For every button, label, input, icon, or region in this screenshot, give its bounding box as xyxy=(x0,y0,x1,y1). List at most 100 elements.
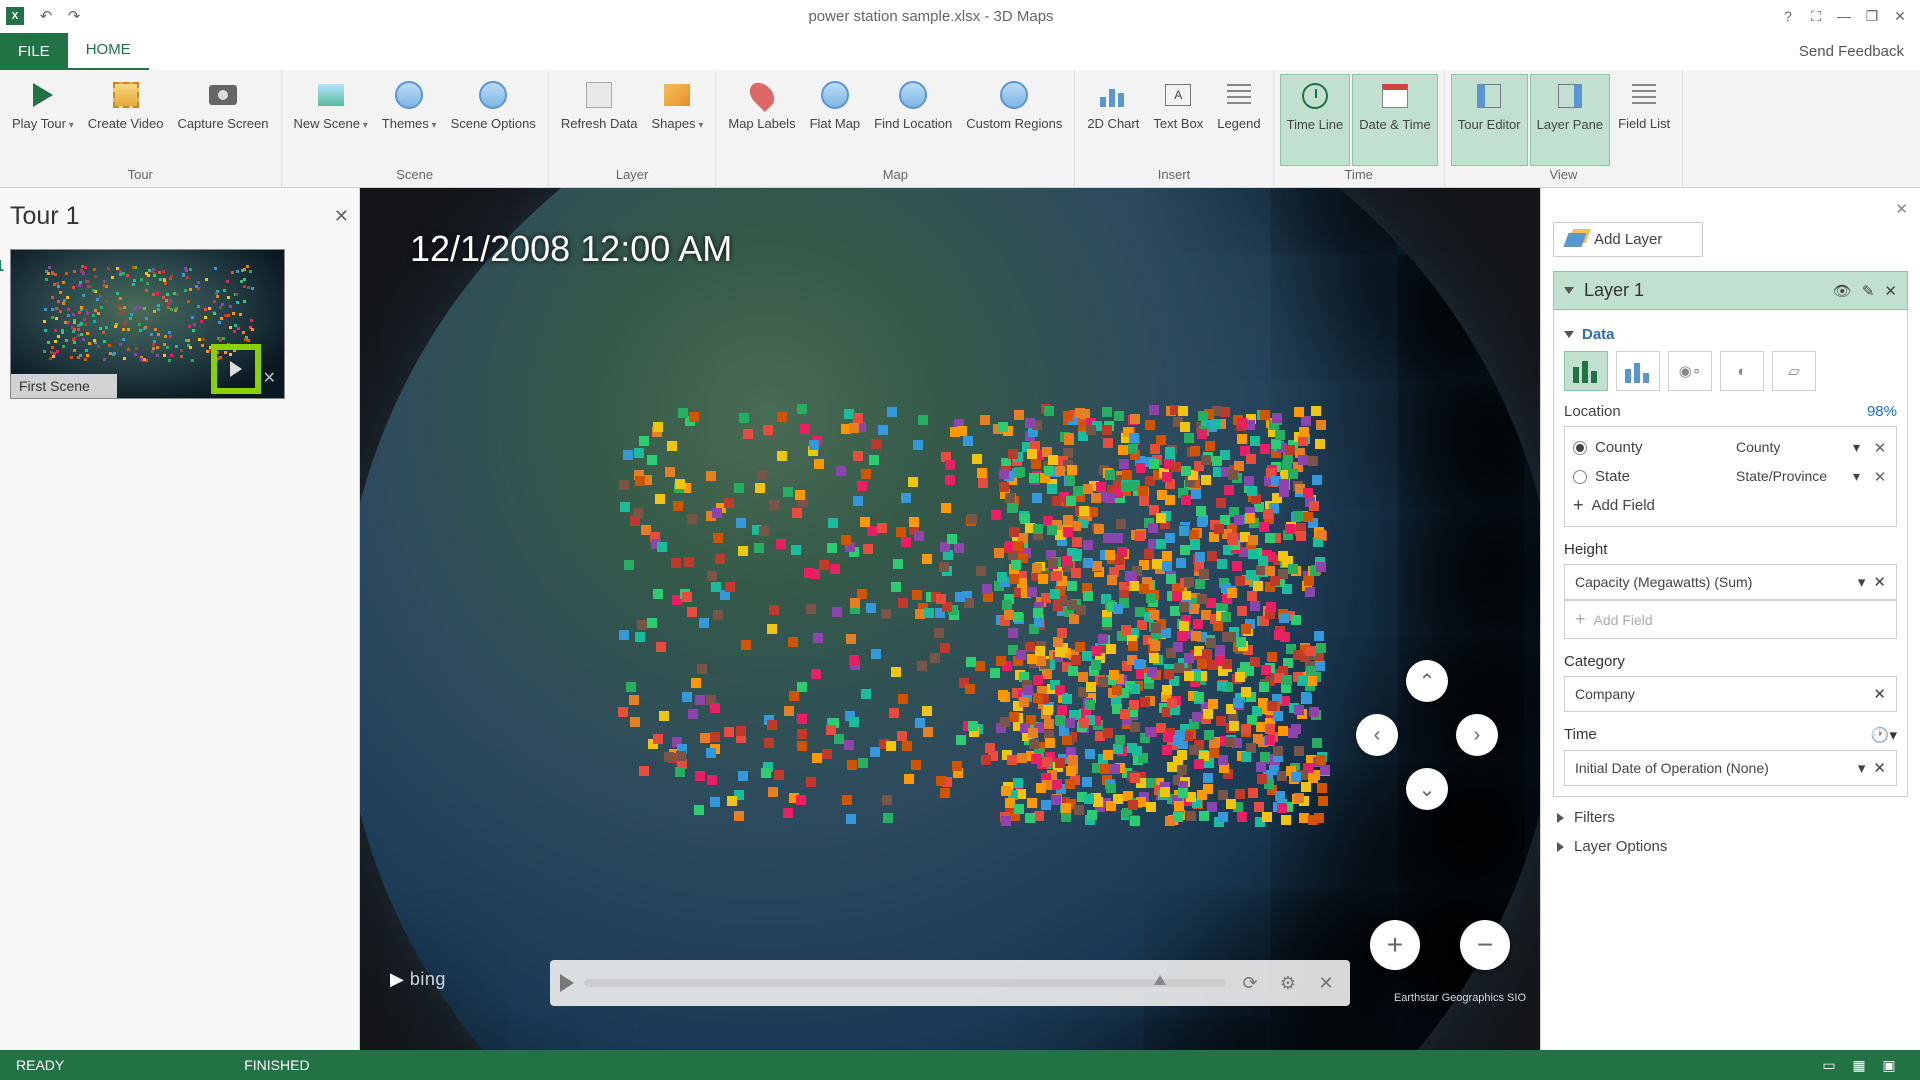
layer-name: Layer 1 xyxy=(1584,280,1823,301)
status-ready: READY xyxy=(16,1057,64,1073)
geo-radio-county[interactable] xyxy=(1573,441,1587,455)
map-attribution: Earthstar Geographics SIO xyxy=(1394,992,1526,1004)
location-confidence[interactable]: 98% xyxy=(1867,403,1897,420)
window-title: power station sample.xlsx - 3D Maps xyxy=(88,8,1774,25)
geo-type-dropdown-county[interactable]: County▾ xyxy=(1732,437,1864,458)
layers-icon xyxy=(1563,233,1586,247)
layer-pane-button[interactable]: Layer Pane xyxy=(1530,74,1611,166)
remove-geo-state[interactable]: ✕ xyxy=(1872,468,1888,486)
viz-stacked-column-button[interactable] xyxy=(1564,351,1608,391)
scene-thumbnail[interactable]: 1 First Scene ✕ xyxy=(10,249,285,399)
category-label: Category xyxy=(1564,653,1897,670)
timeline-button[interactable]: Time Line xyxy=(1280,74,1351,166)
group-label-layer: Layer xyxy=(616,167,649,185)
add-layer-button[interactable]: Add Layer xyxy=(1553,222,1703,257)
remove-height-field[interactable]: ✕ xyxy=(1873,573,1886,591)
excel-icon: X xyxy=(6,7,24,25)
text-box-button[interactable]: AText Box xyxy=(1147,74,1209,166)
new-scene-button[interactable]: New Scene xyxy=(288,74,374,166)
help-button[interactable]: ? xyxy=(1774,2,1802,30)
3d-map-viewport[interactable]: 12/1/2008 12:00 AM ▶ bing Earthstar Geog… xyxy=(360,188,1540,1050)
zoom-in-button[interactable]: + xyxy=(1370,920,1420,970)
create-video-button[interactable]: Create Video xyxy=(82,74,170,166)
layer-options-section-toggle[interactable]: Layer Options xyxy=(1553,830,1908,863)
group-label-map: Map xyxy=(883,167,908,185)
map-timestamp: 12/1/2008 12:00 AM xyxy=(410,228,732,270)
redo-button[interactable]: ↷ xyxy=(60,2,88,30)
remove-category-field[interactable]: ✕ xyxy=(1873,685,1886,703)
legend-button[interactable]: Legend xyxy=(1211,74,1266,166)
rotate-right-button[interactable]: › xyxy=(1456,714,1498,756)
add-geo-field-button[interactable]: + Add Field xyxy=(1573,491,1888,520)
custom-regions-button[interactable]: Custom Regions xyxy=(960,74,1068,166)
group-label-time: Time xyxy=(1344,167,1372,185)
home-tab[interactable]: HOME xyxy=(68,31,149,70)
restore-button[interactable]: ❐ xyxy=(1858,2,1886,30)
rename-layer-button[interactable]: ✎ xyxy=(1862,282,1875,300)
data-section-toggle[interactable]: Data xyxy=(1564,320,1897,351)
status-view-button-1[interactable]: ▭ xyxy=(1814,1057,1844,1074)
rotate-left-button[interactable]: ‹ xyxy=(1356,714,1398,756)
timeline-close-button[interactable]: ✕ xyxy=(1312,973,1340,994)
remove-geo-county[interactable]: ✕ xyxy=(1872,439,1888,457)
location-label: Location xyxy=(1564,403,1621,420)
status-view-button-2[interactable]: ▦ xyxy=(1844,1057,1874,1074)
field-list-button[interactable]: Field List xyxy=(1612,74,1676,166)
flat-map-button[interactable]: Flat Map xyxy=(804,74,867,166)
delete-scene-button[interactable]: ✕ xyxy=(263,368,276,388)
group-label-tour: Tour xyxy=(128,167,153,185)
close-tour-panel-button[interactable]: ✕ xyxy=(334,206,349,227)
time-clock-menu[interactable]: 🕐▾ xyxy=(1871,726,1897,744)
add-height-field-button[interactable]: +Add Field xyxy=(1564,600,1897,639)
send-feedback-link[interactable]: Send Feedback xyxy=(1783,33,1920,70)
timeline-track[interactable] xyxy=(584,979,1226,987)
zoom-out-button[interactable]: − xyxy=(1460,920,1510,970)
viz-heatmap-button[interactable]: ◐ xyxy=(1720,351,1764,391)
remove-time-field[interactable]: ✕ xyxy=(1873,759,1886,777)
timeline-settings-button[interactable]: ⚙ xyxy=(1274,973,1302,994)
group-label-insert: Insert xyxy=(1158,167,1191,185)
status-view-button-3[interactable]: ▣ xyxy=(1874,1057,1904,1074)
geo-field-row: County County▾ ✕ xyxy=(1573,433,1888,462)
group-label-scene: Scene xyxy=(396,167,433,185)
timeline-play-button[interactable] xyxy=(560,974,574,992)
file-tab[interactable]: FILE xyxy=(0,33,68,70)
2d-chart-button[interactable]: 2D Chart xyxy=(1081,74,1145,166)
group-label-view: View xyxy=(1549,167,1577,185)
geo-radio-state[interactable] xyxy=(1573,470,1587,484)
collapse-layer-icon xyxy=(1564,287,1574,294)
filters-section-toggle[interactable]: Filters xyxy=(1553,797,1908,830)
capture-screen-button[interactable]: Capture Screen xyxy=(171,74,274,166)
visibility-icon[interactable]: 👁 xyxy=(1833,282,1852,300)
themes-button[interactable]: Themes xyxy=(376,74,443,166)
status-finished: FINISHED xyxy=(244,1057,309,1073)
scene-options-button[interactable]: Scene Options xyxy=(445,74,542,166)
date-time-button[interactable]: Date & Time xyxy=(1352,74,1438,166)
shapes-button[interactable]: Shapes xyxy=(645,74,709,166)
refresh-data-button[interactable]: Refresh Data xyxy=(555,74,644,166)
tilt-down-button[interactable]: ⌄ xyxy=(1406,768,1448,810)
close-layer-pane-button[interactable]: ✕ xyxy=(1895,200,1908,218)
time-field-dropdown[interactable]: Initial Date of Operation (None)▾✕ xyxy=(1564,750,1897,786)
undo-button[interactable]: ↶ xyxy=(32,2,60,30)
close-button[interactable]: ✕ xyxy=(1886,2,1914,30)
category-field[interactable]: Company✕ xyxy=(1564,676,1897,712)
minimize-button[interactable]: — xyxy=(1830,2,1858,30)
map-labels-button[interactable]: Map Labels xyxy=(722,74,801,166)
viz-bubble-button[interactable]: ◉∘ xyxy=(1668,351,1712,391)
play-scene-button[interactable] xyxy=(211,344,261,394)
viz-clustered-column-button[interactable] xyxy=(1616,351,1660,391)
tour-editor-button[interactable]: Tour Editor xyxy=(1451,74,1528,166)
height-field-dropdown[interactable]: Capacity (Megawatts) (Sum)▾✕ xyxy=(1564,564,1897,600)
layer-header[interactable]: Layer 1 👁 ✎ ✕ xyxy=(1553,271,1908,310)
fullscreen-button[interactable]: ⛶ xyxy=(1802,2,1830,30)
tilt-up-button[interactable]: ⌃ xyxy=(1406,660,1448,702)
play-tour-button[interactable]: Play Tour xyxy=(6,74,80,166)
viz-region-button[interactable]: ▱ xyxy=(1772,351,1816,391)
timeline-loop-button[interactable]: ⟳ xyxy=(1236,973,1264,994)
delete-layer-button[interactable]: ✕ xyxy=(1884,282,1897,300)
find-location-button[interactable]: Find Location xyxy=(868,74,958,166)
geo-type-dropdown-state[interactable]: State/Province▾ xyxy=(1732,466,1864,487)
scene-name-label: First Scene xyxy=(11,374,117,398)
geo-field-row: State State/Province▾ ✕ xyxy=(1573,462,1888,491)
